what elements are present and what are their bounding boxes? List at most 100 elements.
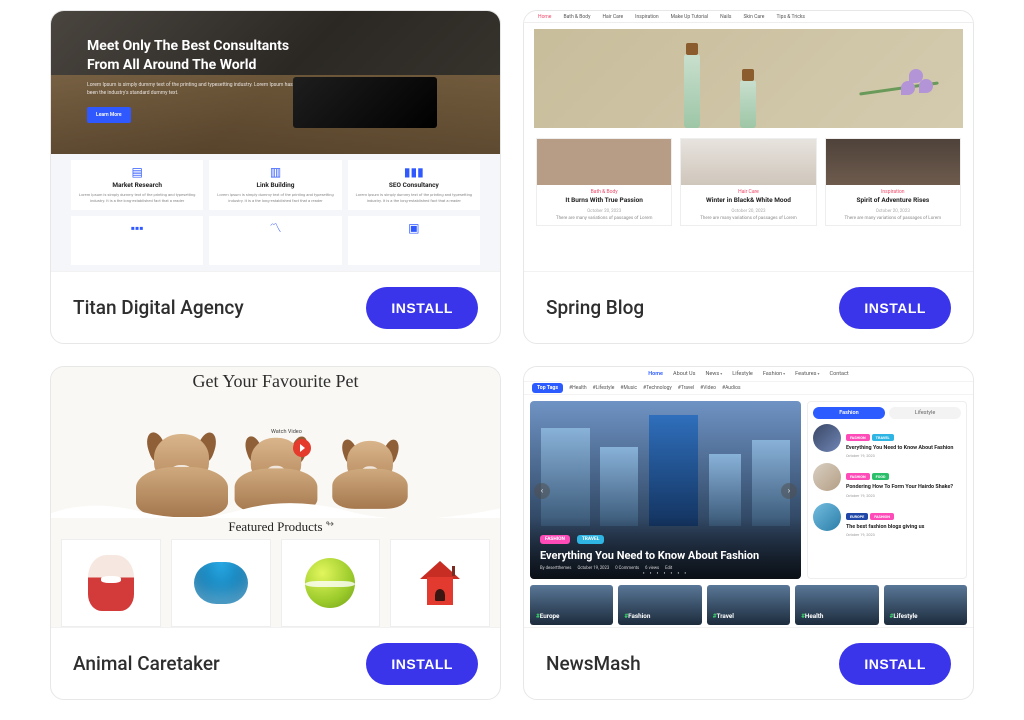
sidebar-tab[interactable]: Lifestyle <box>889 407 961 419</box>
feature-card: ▤ Market Research Lorem Ipsum is simply … <box>71 160 203 210</box>
category-card[interactable]: Europe <box>530 585 613 625</box>
cork-prop <box>742 69 754 81</box>
cork-prop <box>686 43 698 55</box>
theme-card-spring: Home Bath & Body Hair Care Inspiration M… <box>523 10 974 344</box>
feature-title: Market Research <box>75 181 199 189</box>
card-footer: Spring Blog INSTALL <box>524 271 973 343</box>
top-tags-bar: Top Tags #Health #Lifestyle #Music #Tech… <box>524 381 973 395</box>
leaderboard-icon: ▪▪▪ <box>75 222 199 234</box>
preview-hero-image <box>534 29 963 128</box>
theme-thumbnail: Meet Only The Best Consultants From All … <box>51 11 500 271</box>
theme-card-titan: Meet Only The Best Consultants From All … <box>50 10 501 344</box>
tag-link[interactable]: #Travel <box>678 385 694 391</box>
post-title: Everything You Need to Know About Fashio… <box>846 445 961 451</box>
post-title: The best fashion blogs giving us <box>846 524 961 530</box>
install-button[interactable]: INSTALL <box>366 287 478 329</box>
product-card[interactable] <box>61 539 161 627</box>
dog-image <box>332 435 407 509</box>
preview-post-grid: Bath & Body It Burns With True Passion O… <box>524 134 973 230</box>
category-card[interactable]: Travel <box>707 585 790 625</box>
product-card[interactable] <box>390 539 490 627</box>
card-footer: Titan Digital Agency INSTALL <box>51 271 500 343</box>
slider-dots[interactable]: • • • • • • • <box>530 571 801 577</box>
theme-card-grid: Meet Only The Best Consultants From All … <box>0 0 1024 720</box>
nav-item[interactable]: Contact <box>829 371 848 377</box>
post-excerpt: There are many variations of passages of… <box>681 216 815 221</box>
sidebar-widget: Fashion Lifestyle FASHIONTRAVEL Everythi… <box>807 401 967 579</box>
nav-item[interactable]: Hair Care <box>602 14 623 20</box>
preview-features-grid: ▤ Market Research Lorem Ipsum is simply … <box>51 154 500 271</box>
product-card[interactable] <box>171 539 271 627</box>
post-date: October 20, 2023 <box>537 209 671 214</box>
install-button[interactable]: INSTALL <box>839 287 951 329</box>
tag-link[interactable]: #Lifestyle <box>593 385 615 391</box>
post-date: October 20, 2023 <box>681 209 815 214</box>
tag-link[interactable]: #Video <box>700 385 716 391</box>
post-thumb <box>813 463 841 491</box>
hero-slider: ‹ › FASHION TRAVEL Everything You Need t… <box>530 401 801 579</box>
product-card[interactable] <box>281 539 381 627</box>
trend-icon: 〽 <box>213 222 337 234</box>
product-grid <box>51 535 500 627</box>
post-card[interactable]: Hair Care Winter in Black& White Mood Oc… <box>680 138 816 226</box>
preview-nav: Home Bath & Body Hair Care Inspiration M… <box>524 11 973 23</box>
feature-desc: Lorem Ipsum is simply dummy text of the … <box>352 192 476 203</box>
post-card[interactable]: Inspiration Spirit of Adventure Rises Oc… <box>825 138 961 226</box>
preview-main: ‹ › FASHION TRAVEL Everything You Need t… <box>524 395 973 585</box>
slider-prev-button[interactable]: ‹ <box>534 483 550 499</box>
category-card[interactable]: Health <box>795 585 878 625</box>
theme-name: NewsMash <box>546 652 641 675</box>
post-date: October 19, 2023 <box>846 493 961 498</box>
learn-more-button[interactable]: Learn More <box>87 107 131 123</box>
theme-thumbnail: Home Bath & Body Hair Care Inspiration M… <box>524 11 973 271</box>
nav-item[interactable]: Inspiration <box>635 14 659 20</box>
nav-item[interactable]: Features <box>795 371 819 377</box>
nav-item[interactable]: Home <box>538 14 551 20</box>
category-card[interactable]: Fashion <box>618 585 701 625</box>
feature-card: ▮▮▮ SEO Consultancy Lorem Ipsum is simpl… <box>348 160 480 210</box>
nav-item[interactable]: Fashion <box>763 371 785 377</box>
post-card[interactable]: Bath & Body It Burns With True Passion O… <box>536 138 672 226</box>
category-card[interactable]: Lifestyle <box>884 585 967 625</box>
post-thumb <box>813 424 841 452</box>
theme-name: Animal Caretaker <box>73 652 220 675</box>
install-button[interactable]: INSTALL <box>839 643 951 685</box>
sidebar-post[interactable]: EUROPEFASHION The best fashion blogs giv… <box>813 503 961 537</box>
nav-item[interactable]: Skin Care <box>743 14 764 20</box>
nav-item[interactable]: Bath & Body <box>563 14 590 20</box>
hero-subtitle: Lorem Ipsum is simply dummy text of the … <box>87 81 298 97</box>
feature-title: Link Building <box>213 181 337 189</box>
nav-item[interactable]: Nails <box>720 14 731 20</box>
hero-overlay: FASHION TRAVEL Everything You Need to Kn… <box>530 517 801 579</box>
post-image <box>537 139 671 185</box>
tag-link[interactable]: #Audios <box>722 385 741 391</box>
tennis-ball-icon <box>305 558 355 608</box>
nav-item[interactable]: Make Up Tutorial <box>671 14 708 20</box>
hero-heading: Get Your Favourite Pet <box>51 367 500 392</box>
theme-name: Spring Blog <box>546 296 644 319</box>
tag-link[interactable]: #Technology <box>643 385 672 391</box>
post-title: Spirit of Adventure Rises <box>826 195 960 207</box>
nav-item[interactable]: Home <box>648 371 663 377</box>
nav-item[interactable]: News <box>705 371 722 377</box>
slider-next-button[interactable]: › <box>781 483 797 499</box>
theme-card-newsmash: Home About Us News Lifestyle Fashion Fea… <box>523 366 974 700</box>
feature-card: 〽 <box>209 216 341 266</box>
theme-name: Titan Digital Agency <box>73 296 244 319</box>
nav-item[interactable]: About Us <box>673 371 695 377</box>
post-title: Pondering How To Form Your Hairdo Shake? <box>846 484 961 490</box>
nav-item[interactable]: Tips & Tricks <box>776 14 805 20</box>
bird-house-icon <box>418 561 462 605</box>
nav-item[interactable]: Lifestyle <box>732 371 753 377</box>
install-button[interactable]: INSTALL <box>366 643 478 685</box>
hero-title: Everything You Need to Know About Fashio… <box>540 549 791 562</box>
preview-hero: Meet Only The Best Consultants From All … <box>51 11 500 154</box>
chip[interactable]: TRAVEL <box>577 535 605 544</box>
sidebar-post[interactable]: FASHIONTRAVEL Everything You Need to Kno… <box>813 424 961 458</box>
feature-desc: Lorem Ipsum is simply dummy text of the … <box>213 192 337 203</box>
sidebar-post[interactable]: FASHIONFOOD Pondering How To Form Your H… <box>813 463 961 497</box>
tag-link[interactable]: #Music <box>620 385 637 391</box>
sidebar-tab[interactable]: Fashion <box>813 407 885 419</box>
tag-link[interactable]: #Health <box>569 385 587 391</box>
chip[interactable]: FASHION <box>540 535 570 544</box>
